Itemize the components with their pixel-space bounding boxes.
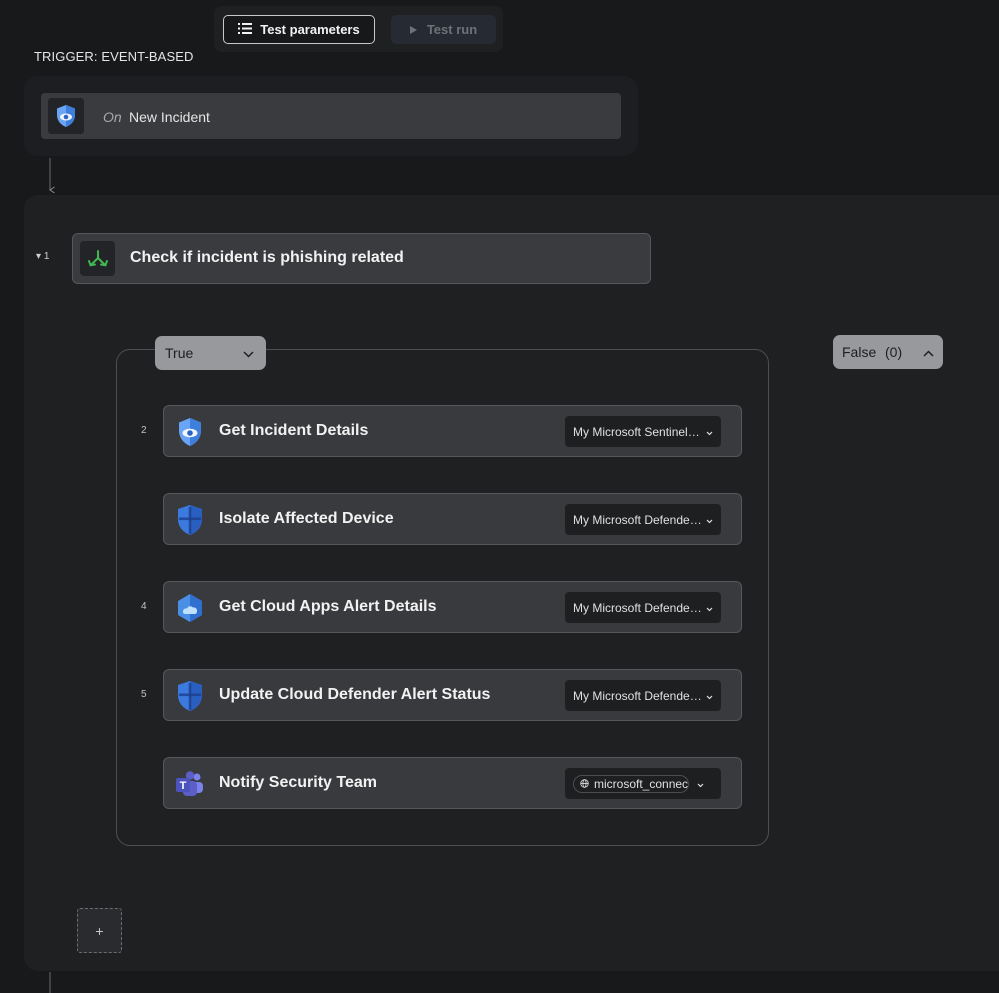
true-branch-label: True <box>165 345 194 361</box>
step-number: 2 <box>141 425 147 436</box>
step-number: 4 <box>141 601 147 612</box>
chevron-down-icon <box>706 601 713 615</box>
connection-value: microsoft_connection <box>594 776 689 791</box>
true-branch-toggle[interactable]: True <box>155 336 266 370</box>
globe-icon <box>580 777 589 791</box>
cloud-apps-icon <box>174 592 206 624</box>
sentinel-icon <box>48 98 84 134</box>
step-title: Notify Security Team <box>219 774 377 791</box>
teams-icon: T <box>174 768 206 800</box>
false-branch-toggle[interactable]: False (0) <box>833 335 943 369</box>
test-run-button[interactable]: Test run <box>391 15 496 44</box>
defender-shield-icon <box>174 680 206 712</box>
chevron-down-icon <box>706 425 713 439</box>
connection-select[interactable]: My Microsoft Defender Connection <box>565 504 721 535</box>
step-title: Get Incident Details <box>219 422 369 439</box>
connection-chip: microsoft_connection <box>573 774 689 793</box>
step-title: Get Cloud Apps Alert Details <box>219 598 437 615</box>
trigger-event-label: New Incident <box>129 109 210 125</box>
step-title: Isolate Affected Device <box>219 510 394 527</box>
step-card-update-cloud-defender-alert-status[interactable]: Update Cloud Defender Alert Status My Mi… <box>163 669 742 721</box>
plus-icon: + <box>95 922 104 939</box>
test-parameters-label: Test parameters <box>260 22 360 37</box>
connection-value: My Microsoft Defender Connection <box>573 512 702 527</box>
list-icon <box>238 22 253 37</box>
trigger-section-label: TRIGGER: EVENT-BASED <box>34 49 194 64</box>
play-icon <box>409 22 417 37</box>
false-branch-label: False <box>842 344 877 360</box>
chevron-up-icon <box>923 344 934 360</box>
condition-step-number: 1 <box>43 251 50 262</box>
chevron-down-icon <box>706 513 713 527</box>
chevron-down-icon <box>243 345 254 361</box>
connection-value: My Microsoft Sentinel Connection <box>573 424 702 439</box>
connection-value: My Microsoft Defender Connection <box>573 600 702 615</box>
step-card-get-incident-details[interactable]: Get Incident Details My Microsoft Sentin… <box>163 405 742 457</box>
trigger-on-label: On <box>103 109 122 125</box>
add-step-button[interactable]: + <box>77 908 122 953</box>
connection-value: My Microsoft Defender Connection <box>573 688 702 703</box>
collapse-step-toggle[interactable]: ▾ 1 <box>36 251 49 262</box>
svg-text:T: T <box>180 780 187 792</box>
step-title: Update Cloud Defender Alert Status <box>219 686 491 703</box>
test-parameters-button[interactable]: Test parameters <box>223 15 375 44</box>
trigger-card[interactable] <box>41 93 621 139</box>
caret-down-icon: ▾ <box>36 251 42 262</box>
step-card-get-cloud-apps-alert-details[interactable]: Get Cloud Apps Alert Details My Microsof… <box>163 581 742 633</box>
step-number: 5 <box>141 689 147 700</box>
condition-title: Check if incident is phishing related <box>130 249 404 266</box>
step-card-notify-security-team[interactable]: T Notify Security Team microsoft_connect… <box>163 757 742 809</box>
connection-select[interactable]: microsoft_connection <box>565 768 721 799</box>
connection-select[interactable]: My Microsoft Defender Connection <box>565 592 721 623</box>
branch-icon <box>80 241 115 276</box>
false-branch-count: (0) <box>885 344 903 360</box>
connection-select[interactable]: My Microsoft Sentinel Connection <box>565 416 721 447</box>
connection-select[interactable]: My Microsoft Defender Connection <box>565 680 721 711</box>
step-card-isolate-affected-device[interactable]: Isolate Affected Device My Microsoft Def… <box>163 493 742 545</box>
defender-shield-icon <box>174 504 206 536</box>
test-run-label: Test run <box>426 22 478 37</box>
chevron-down-icon <box>697 777 704 791</box>
chevron-down-icon <box>706 689 713 703</box>
sentinel-icon <box>174 416 206 448</box>
